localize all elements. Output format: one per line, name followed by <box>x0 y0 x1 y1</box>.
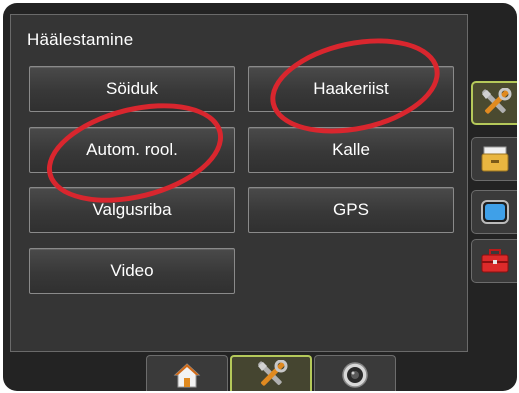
page-title: Häälestamine <box>27 30 134 49</box>
tools-icon <box>482 88 512 114</box>
implement-button[interactable]: Haakeriist <box>248 66 454 112</box>
camera-icon <box>342 361 368 388</box>
gps-button[interactable]: GPS <box>248 187 454 233</box>
side-tab-tools[interactable] <box>471 239 517 283</box>
auto-steer-button[interactable]: Autom. rool. <box>29 127 235 173</box>
side-tab-data[interactable] <box>471 137 517 181</box>
vehicle-button[interactable]: Söiduk <box>29 66 235 112</box>
tab-setup[interactable] <box>230 355 312 391</box>
side-tab-setup[interactable] <box>471 81 517 125</box>
lightbar-button[interactable]: Valgusriba <box>29 187 235 233</box>
toolbox-icon <box>481 249 508 273</box>
tab-camera[interactable] <box>314 355 396 391</box>
home-icon <box>173 362 201 387</box>
tools-icon <box>258 360 288 386</box>
tab-home[interactable] <box>146 355 228 391</box>
setup-panel <box>10 14 468 352</box>
tilt-button[interactable]: Kalle <box>248 127 454 173</box>
device-screen: Häälestamine Söiduk Haakeriist Autom. ro… <box>3 3 517 391</box>
folder-icon <box>481 146 508 172</box>
video-button[interactable]: Video <box>29 248 235 294</box>
side-tab-display[interactable] <box>471 190 517 234</box>
screen-icon <box>480 200 509 224</box>
